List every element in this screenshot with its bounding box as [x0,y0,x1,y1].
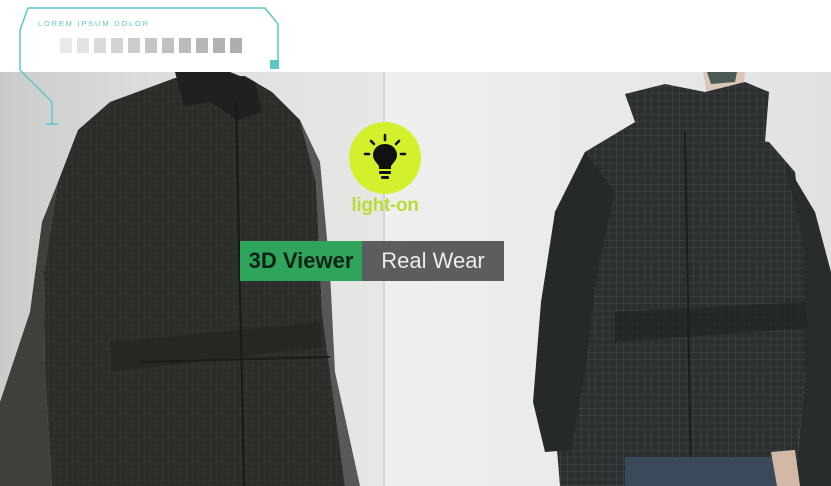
hud-callout: LOREM IPSUM DOLOR [0,0,300,140]
swatch [128,38,140,53]
swatch [230,38,242,53]
gradient-swatches [60,38,242,53]
swatch [213,38,225,53]
swatch [196,38,208,53]
swatch [111,38,123,53]
swatch [179,38,191,53]
swatch [162,38,174,53]
tab-real-wear[interactable]: Real Wear [362,241,504,281]
light-toggle-button[interactable] [349,122,421,194]
swatch [60,38,72,53]
tab-3d-viewer[interactable]: 3D Viewer [240,241,362,281]
view-mode-toggle: 3D Viewer Real Wear [240,241,504,281]
lightbulb-icon [363,133,407,179]
light-status-label: light-on [351,195,419,216]
swatch [77,38,89,53]
swatch [145,38,157,53]
hud-title: LOREM IPSUM DOLOR [38,19,150,28]
swatch [94,38,106,53]
app-stage: LOREM IPSUM DOLOR light-on 3D Viewer Rea… [0,0,831,486]
